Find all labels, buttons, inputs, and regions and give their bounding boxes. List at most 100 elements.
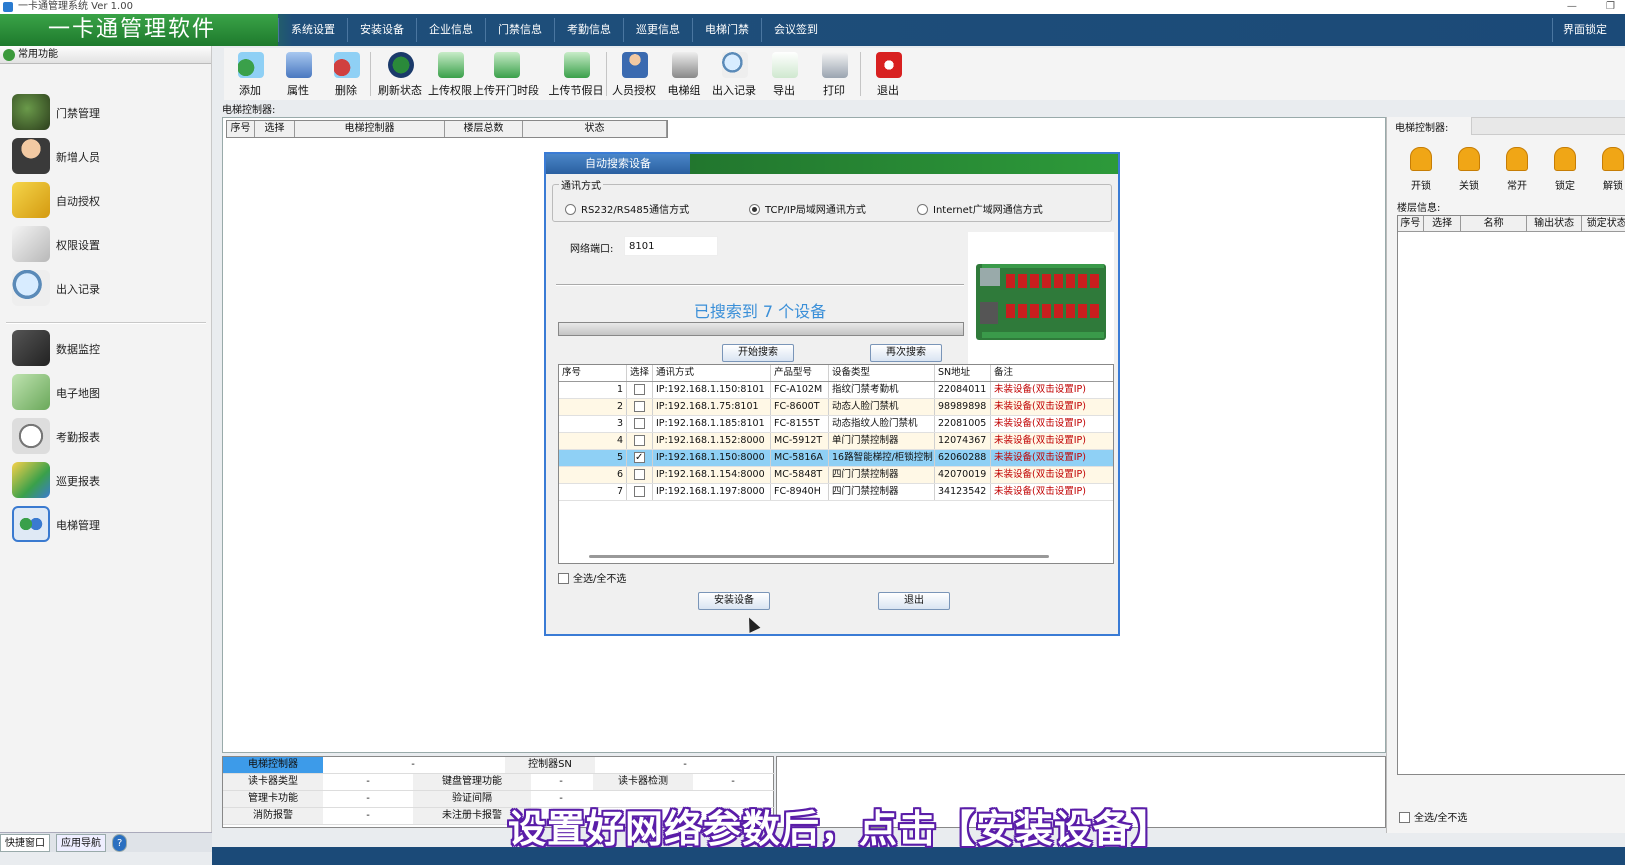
checkbox[interactable]	[1399, 812, 1410, 823]
cell-select[interactable]	[627, 399, 653, 415]
dialog-select-all[interactable]: 全选/全不选	[558, 570, 626, 585]
col-type[interactable]: 设备类型	[829, 365, 935, 381]
title-bar: 一卡通管理系统 Ver 1.00 — ❐	[0, 0, 1625, 14]
cell-select[interactable]	[627, 382, 653, 398]
search-again-button[interactable]: 再次搜索	[870, 344, 942, 362]
start-search-button[interactable]: 开始搜索	[722, 344, 794, 362]
menu-meeting-signin[interactable]: 会议签到	[761, 18, 830, 42]
row-checkbox[interactable]	[634, 418, 645, 429]
unlock-button[interactable]: 开锁	[1397, 145, 1445, 195]
tab-quick-window[interactable]: 快捷窗口	[0, 834, 50, 852]
comm-option-rs232[interactable]: RS232/RS485通信方式	[565, 201, 689, 216]
sidebar-item-attendance-report[interactable]: 考勤报表	[10, 416, 200, 456]
sidebar-item-auto-authorize[interactable]: 自动授权	[10, 180, 200, 220]
comm-option-internet[interactable]: Internet广域网通信方式	[917, 201, 1043, 216]
sidebar-item-elevator-management[interactable]: 电梯管理	[10, 504, 200, 544]
checkbox[interactable]	[558, 573, 569, 584]
info-key[interactable]: 电梯控制器	[223, 757, 323, 773]
device-row[interactable]: 2 IP:192.168.1.75:8101 FC-8600T 动态人脸门禁机 9898…	[559, 399, 1113, 416]
col-no[interactable]: 序号	[1398, 216, 1424, 231]
device-row[interactable]: 4 IP:192.168.1.152:8000 MC-5912T 单门门禁控制器 120…	[559, 433, 1113, 450]
close-lock-button[interactable]: 关锁	[1445, 145, 1493, 195]
cell-sn: 22084011	[935, 382, 991, 398]
col-name[interactable]: 名称	[1461, 216, 1527, 231]
sidebar-item-permission-settings[interactable]: 权限设置	[10, 224, 200, 264]
col-model[interactable]: 产品型号	[771, 365, 829, 381]
row-checkbox[interactable]	[634, 384, 645, 395]
cell-select[interactable]	[627, 450, 653, 466]
cell-select[interactable]	[627, 433, 653, 449]
menu-system-settings[interactable]: 系统设置	[278, 18, 347, 42]
collapse-icon[interactable]	[3, 49, 15, 61]
col-select[interactable]: 选择	[627, 365, 653, 381]
col-status[interactable]: 状态	[523, 121, 667, 137]
sidebar-item-electronic-map[interactable]: 电子地图	[10, 372, 200, 412]
port-input[interactable]: 8101	[624, 236, 718, 256]
device-row[interactable]: 3 IP:192.168.1.185:8101 FC-8155T 动态指纹人脸门禁机 2…	[559, 416, 1113, 433]
help-icon[interactable]: ?	[112, 834, 128, 852]
device-row[interactable]: 1 IP:192.168.1.150:8101 FC-A102M 指纹门禁考勤机 220…	[559, 382, 1113, 399]
menu-install-device[interactable]: 安装设备	[347, 18, 416, 42]
row-checkbox[interactable]	[634, 469, 645, 480]
menu-attendance-info[interactable]: 考勤信息	[554, 18, 623, 42]
install-device-button[interactable]: 安装设备	[698, 592, 770, 610]
radio[interactable]	[565, 204, 576, 215]
col-sn[interactable]: SN地址	[935, 365, 991, 381]
col-no[interactable]: 序号	[559, 365, 627, 381]
app-icon	[3, 2, 13, 12]
cell-no: 3	[559, 416, 627, 432]
col-comm[interactable]: 通讯方式	[653, 365, 771, 381]
info-value: -	[411, 759, 415, 770]
device-row[interactable]: 7 IP:192.168.1.197:8000 FC-8940H 四门门禁控制器 341…	[559, 484, 1113, 501]
radio[interactable]	[917, 204, 928, 215]
menu-elevator-access[interactable]: 电梯门禁	[692, 18, 761, 42]
sidebar-item-access-control[interactable]: 门禁管理	[10, 92, 200, 132]
col-no[interactable]: 序号	[227, 121, 255, 137]
horizontal-scrollbar[interactable]	[589, 555, 1049, 558]
menu-access-info[interactable]: 门禁信息	[485, 18, 554, 42]
row-checkbox[interactable]	[634, 450, 645, 466]
dialog-exit-button[interactable]: 退出	[878, 592, 950, 610]
col-controller[interactable]: 电梯控制器	[295, 121, 445, 137]
port-label: 网络端口:	[570, 244, 614, 255]
sidebar-item-data-monitor[interactable]: 数据监控	[10, 328, 200, 368]
upload-holiday-button[interactable]: 上传节假日	[549, 48, 604, 100]
upload-door-period-button[interactable]: 上传开门时段	[473, 48, 539, 100]
col-select[interactable]: 选择	[1424, 216, 1462, 231]
right-select-all[interactable]: 全选/全不选	[1399, 809, 1467, 824]
restore-icon[interactable]: ❐	[1606, 1, 1615, 12]
row-checkbox[interactable]	[634, 435, 645, 446]
radio-selected[interactable]	[749, 204, 760, 215]
sidebar-item-add-person[interactable]: 新增人员	[10, 136, 200, 176]
col-lock-status[interactable]: 锁定状态	[1582, 216, 1625, 231]
normally-open-button[interactable]: 常开	[1493, 145, 1541, 195]
info-key: 控制器SN	[505, 757, 595, 773]
col-output-status[interactable]: 输出状态	[1527, 216, 1583, 231]
sidebar-section-header[interactable]: 常用功能	[0, 46, 211, 64]
device-row[interactable]: 6 IP:192.168.1.154:8000 MC-5848T 四门门禁控制器 420…	[559, 467, 1113, 484]
device-row[interactable]: 5 IP:192.168.1.150:8000MC-5816A16路智能梯控/柜锁…	[559, 450, 1113, 467]
menu-patrol-info[interactable]: 巡更信息	[623, 18, 692, 42]
col-floor-total[interactable]: 楼层总数	[445, 121, 523, 137]
lock-button[interactable]: 锁定	[1541, 145, 1589, 195]
col-select[interactable]: 选择	[255, 121, 295, 137]
exit-button[interactable]: 退出	[862, 48, 914, 100]
menu-company-info[interactable]: 企业信息	[416, 18, 485, 42]
col-note[interactable]: 备注	[991, 365, 1113, 381]
cell-select[interactable]	[627, 484, 653, 500]
minimize-icon[interactable]: —	[1567, 1, 1577, 12]
upload-permission-button[interactable]: 上传权限	[424, 48, 476, 100]
row-checkbox[interactable]	[634, 486, 645, 497]
row-checkbox[interactable]	[634, 401, 645, 412]
right-controller-field[interactable]	[1471, 117, 1625, 135]
tab-app-navigation[interactable]: 应用导航	[56, 834, 106, 852]
cell-select[interactable]	[627, 416, 653, 432]
cell-select[interactable]	[627, 467, 653, 483]
sidebar-item-patrol-report[interactable]: 巡更报表	[10, 460, 200, 500]
dialog-title-bar: 自动搜索设备	[546, 154, 1118, 174]
release-lock-button[interactable]: 解锁	[1589, 145, 1625, 195]
map-icon	[12, 374, 50, 410]
comm-option-tcpip[interactable]: TCP/IP局域网通讯方式	[749, 201, 866, 216]
interface-lock-button[interactable]: 界面锁定	[1552, 18, 1617, 42]
sidebar-item-access-records[interactable]: 出入记录	[10, 268, 200, 308]
